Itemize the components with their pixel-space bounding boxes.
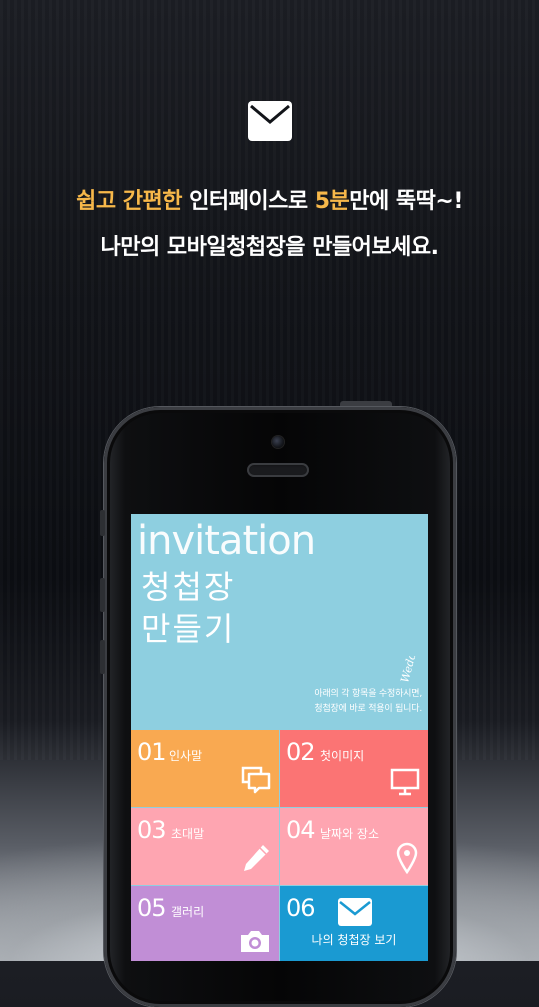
tile-number: 04 (286, 816, 316, 844)
tile-label: 나의 청첩장 보기 (311, 933, 397, 947)
tile-number: 03 (137, 816, 167, 844)
title-ko-line-1: 청첩장 (141, 568, 236, 606)
phone-speaker (247, 463, 309, 477)
phone-volume-up (100, 578, 105, 612)
headline-done: 만에 뚝딱~! (349, 189, 463, 214)
phone-camera (272, 436, 284, 448)
phone-screen: invitation 청첩장 만들기 Wedding 아래의 각 항목을 수정하… (131, 514, 428, 961)
envelope-icon (338, 898, 372, 926)
wedding-logo: Wedding (398, 656, 419, 684)
monitor-icon (390, 768, 420, 796)
tile-label: 인사말 (169, 749, 203, 763)
wedding-logo-text: Wedding (398, 656, 419, 684)
edit-hint: 아래의 각 항목을 수정하시면, 청첩장에 바로 적용이 됩니다. (314, 687, 422, 717)
tile-number: 02 (286, 738, 316, 766)
tile-number: 01 (137, 738, 167, 766)
envelope-icon (248, 101, 292, 141)
headline-line-2: 나만의 모바일청첩장을 만들어보세요. (100, 235, 439, 260)
phone-mute-switch (100, 510, 105, 536)
headline-highlight-5min: 5분 (314, 189, 350, 214)
camera-icon (241, 931, 269, 952)
tile-number: 05 (137, 894, 167, 922)
tile-greeting[interactable]: 01 인사말 (131, 730, 279, 807)
tile-gallery[interactable]: 05 갤러리 (131, 886, 279, 961)
tile-view-my-invitation[interactable]: 06 나의 청첩장 보기 (280, 886, 428, 961)
tile-label: 날짜와 장소 (320, 827, 380, 841)
headline-line-1: 쉽고 간편한 인터페이스로 5분만에 뚝딱~! (0, 183, 539, 215)
tile-date-place[interactable]: 04 날짜와 장소 (280, 808, 428, 885)
tile-number: 06 (286, 894, 316, 922)
hero-panel: invitation 청첩장 만들기 Wedding 아래의 각 항목을 수정하… (131, 514, 428, 730)
title-invitation: invitation (137, 518, 316, 564)
tile-first-image[interactable]: 02 첫이미지 (280, 730, 428, 807)
chat-bubbles-icon (241, 766, 271, 794)
tile-label: 갤러리 (171, 905, 205, 919)
headline-interface: 인터페이스로 (181, 189, 315, 214)
edit-hint-line-1: 아래의 각 항목을 수정하시면, (314, 689, 422, 699)
tile-label: 초대말 (171, 827, 205, 841)
title-ko-line-2: 만들기 (141, 610, 236, 648)
edit-hint-line-2: 청첩장에 바로 적용이 됩니다. (314, 704, 422, 714)
tile-label: 첫이미지 (320, 749, 365, 763)
headline-highlight-easy: 쉽고 간편한 (76, 189, 182, 214)
tile-invitation-text[interactable]: 03 초대말 (131, 808, 279, 885)
location-pin-icon (396, 842, 418, 874)
phone-volume-down (100, 640, 105, 674)
pencil-icon (244, 845, 269, 871)
